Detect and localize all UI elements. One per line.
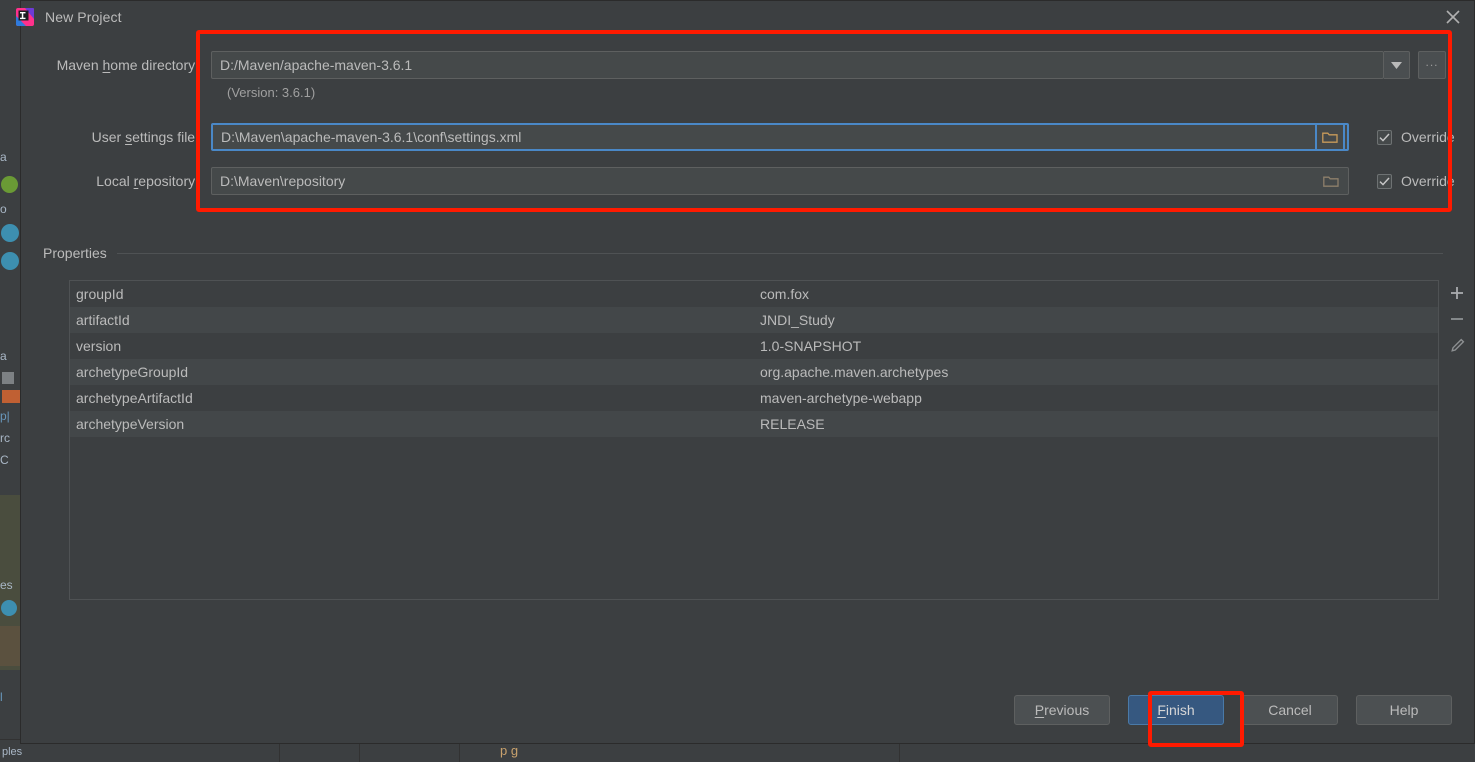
user-settings-override-checkbox[interactable]: Override bbox=[1377, 129, 1455, 145]
bg-fragment: o bbox=[0, 202, 7, 216]
properties-section-header: Properties bbox=[43, 245, 1443, 261]
bg-fragment: a bbox=[0, 349, 7, 363]
intellij-idea-icon bbox=[15, 7, 35, 27]
property-key: groupId bbox=[70, 286, 758, 302]
bg-orange-square-icon bbox=[2, 390, 20, 403]
maven-home-input[interactable]: D:/Maven/apache-maven-3.6.1 bbox=[211, 51, 1384, 79]
bg-fragment: C bbox=[0, 453, 9, 467]
dialog-titlebar: New Project bbox=[21, 1, 1474, 33]
user-settings-row: User settings file: D:\Maven\apache-mave… bbox=[21, 123, 1474, 151]
property-key: archetypeArtifactId bbox=[70, 390, 758, 406]
table-row[interactable]: archetypeGroupId org.apache.maven.archet… bbox=[70, 359, 1438, 385]
dialog-body: Maven home directory: D:/Maven/apache-ma… bbox=[21, 33, 1474, 743]
maven-home-label: Maven home directory: bbox=[21, 57, 211, 73]
bg-amber-glyph: p g bbox=[500, 743, 518, 758]
help-button[interactable]: Help bbox=[1356, 695, 1452, 725]
dialog-title: New Project bbox=[45, 9, 122, 25]
bg-bottom-label: ples bbox=[2, 746, 22, 758]
property-value: 1.0-SNAPSHOT bbox=[758, 338, 1438, 354]
local-repository-row: Local repository: D:\Maven\repository Ov… bbox=[21, 167, 1474, 195]
property-value: JNDI_Study bbox=[758, 312, 1438, 328]
background-left-sidebar: a o a p| rc C es l bbox=[0, 0, 20, 761]
bg-green-dot-icon bbox=[1, 176, 18, 193]
local-repository-override-checkbox[interactable]: Override bbox=[1377, 173, 1455, 189]
table-row[interactable]: archetypeArtifactId maven-archetype-weba… bbox=[70, 385, 1438, 411]
property-key: archetypeVersion bbox=[70, 416, 758, 432]
user-settings-value: D:\Maven\apache-maven-3.6.1\conf\setting… bbox=[221, 129, 1315, 145]
section-divider bbox=[117, 253, 1443, 254]
maven-version-note: (Version: 3.6.1) bbox=[227, 85, 315, 100]
local-repository-input[interactable]: D:\Maven\repository bbox=[211, 167, 1349, 195]
property-key: version bbox=[70, 338, 758, 354]
properties-table[interactable]: groupId com.fox artifactId JNDI_Study ve… bbox=[69, 280, 1439, 600]
table-row[interactable]: version 1.0-SNAPSHOT bbox=[70, 333, 1438, 359]
user-settings-input[interactable]: D:\Maven\apache-maven-3.6.1\conf\setting… bbox=[211, 123, 1349, 151]
property-key: artifactId bbox=[70, 312, 758, 328]
bg-fragment: es bbox=[0, 578, 13, 592]
finish-button[interactable]: Finish bbox=[1128, 695, 1224, 725]
bg-blue-dot-icon bbox=[1, 252, 19, 270]
bg-grey-square-icon bbox=[2, 372, 14, 384]
table-row[interactable]: groupId com.fox bbox=[70, 281, 1438, 307]
bg-fragment: rc bbox=[0, 431, 10, 445]
override-label: Override bbox=[1401, 173, 1455, 189]
dialog-footer: Previous Finish Cancel Help bbox=[21, 677, 1474, 743]
checkbox-box[interactable] bbox=[1377, 174, 1392, 189]
bg-fragment: l bbox=[0, 690, 3, 704]
property-value: org.apache.maven.archetypes bbox=[758, 364, 1438, 380]
cancel-button[interactable]: Cancel bbox=[1242, 695, 1338, 725]
close-icon[interactable] bbox=[1440, 4, 1466, 30]
maven-home-browse-button[interactable]: ... bbox=[1418, 51, 1446, 79]
property-value: com.fox bbox=[758, 286, 1438, 302]
folder-icon[interactable] bbox=[1315, 123, 1345, 151]
previous-button[interactable]: Previous bbox=[1014, 695, 1110, 725]
table-row[interactable]: artifactId JNDI_Study bbox=[70, 307, 1438, 333]
properties-table-toolbar bbox=[1440, 280, 1474, 600]
property-value: RELEASE bbox=[758, 416, 1438, 432]
bg-panel-block bbox=[0, 626, 20, 666]
table-row[interactable]: archetypeVersion RELEASE bbox=[70, 411, 1438, 437]
bg-blue-dot-icon bbox=[1, 600, 17, 616]
properties-title: Properties bbox=[43, 245, 107, 261]
checkbox-box[interactable] bbox=[1377, 130, 1392, 145]
maven-home-row: Maven home directory: D:/Maven/apache-ma… bbox=[21, 51, 1474, 79]
finish-button-slot: Finish bbox=[1128, 695, 1224, 725]
bg-fragment: a bbox=[0, 150, 7, 164]
local-repository-value: D:\Maven\repository bbox=[220, 173, 1316, 189]
property-value: maven-archetype-webapp bbox=[758, 390, 1438, 406]
user-settings-label: User settings file: bbox=[21, 129, 211, 145]
chevron-down-icon[interactable] bbox=[1384, 51, 1410, 79]
pencil-icon[interactable] bbox=[1440, 332, 1474, 358]
bg-fragment: p| bbox=[0, 409, 10, 423]
bg-blue-dot-icon bbox=[1, 224, 19, 242]
minus-icon[interactable] bbox=[1440, 306, 1474, 332]
plus-icon[interactable] bbox=[1440, 280, 1474, 306]
override-label: Override bbox=[1401, 129, 1455, 145]
local-repository-label: Local repository: bbox=[21, 173, 211, 189]
new-project-dialog: New Project Maven home directory: D:/Mav… bbox=[20, 0, 1475, 744]
folder-icon[interactable] bbox=[1316, 168, 1346, 194]
property-key: archetypeGroupId bbox=[70, 364, 758, 380]
maven-home-value: D:/Maven/apache-maven-3.6.1 bbox=[220, 57, 1377, 73]
